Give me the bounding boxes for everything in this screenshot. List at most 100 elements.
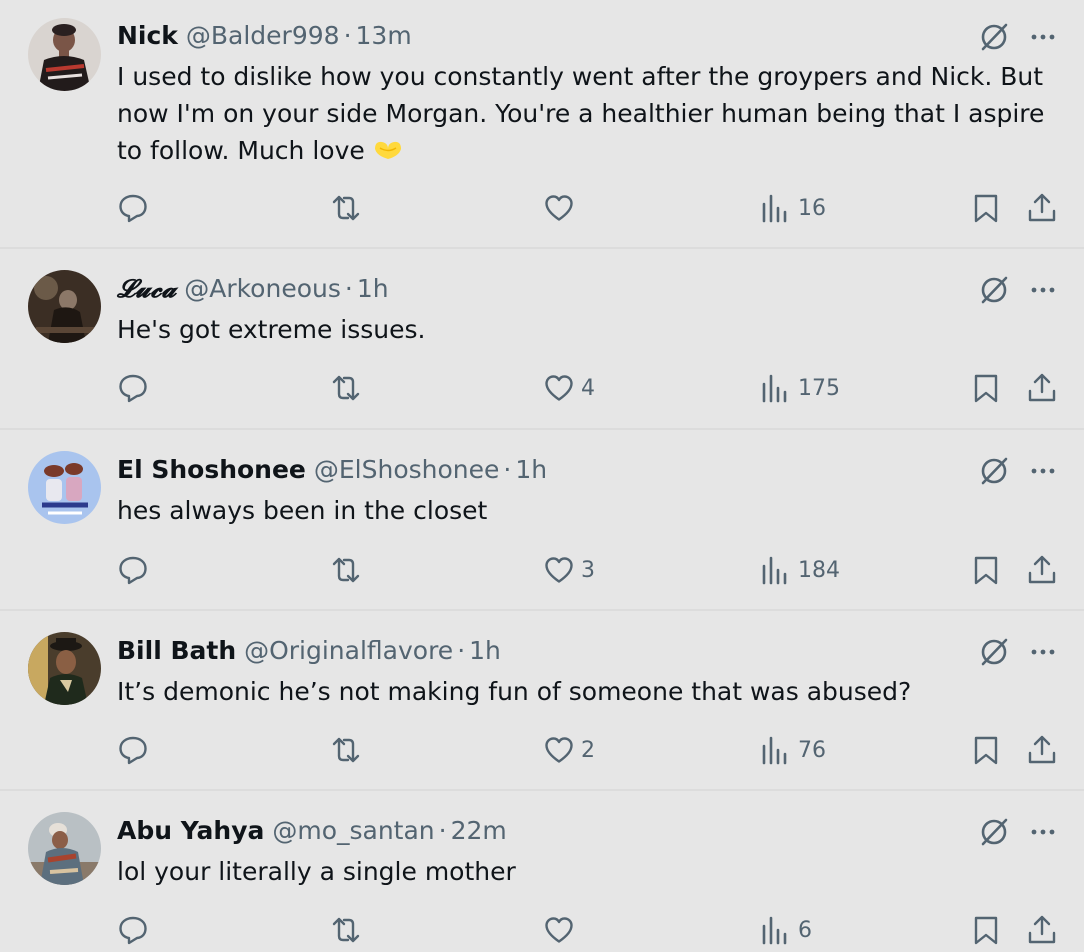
more-icon bbox=[1031, 287, 1055, 293]
tweet-text: It’s demonic he’s not making fun of some… bbox=[117, 677, 912, 706]
reply-tweet[interactable]: El Shoshonee @ElShoshonee · 1h hes always … bbox=[0, 430, 1084, 611]
bookmark-icon bbox=[974, 374, 998, 403]
bookmark-icon bbox=[974, 556, 998, 585]
reply-tweet[interactable]: Nick @Balder998 · 13m I used to dislike ho… bbox=[0, 0, 1084, 249]
grok-button[interactable] bbox=[977, 815, 1011, 849]
grok-button[interactable] bbox=[977, 635, 1011, 669]
heart-icon bbox=[545, 917, 573, 943]
share-icon bbox=[1028, 373, 1056, 402]
view-count: 16 bbox=[798, 195, 826, 221]
reply-button[interactable] bbox=[117, 553, 149, 587]
user-handle[interactable]: @mo_santan bbox=[272, 816, 434, 845]
bookmark-button[interactable] bbox=[970, 371, 1002, 405]
grok-button[interactable] bbox=[977, 20, 1011, 54]
views-button[interactable]: 184 bbox=[760, 553, 840, 587]
grok-icon bbox=[981, 457, 1008, 485]
share-button[interactable] bbox=[1026, 191, 1058, 225]
avatar[interactable] bbox=[28, 18, 101, 91]
more-button[interactable] bbox=[1026, 815, 1060, 849]
more-button[interactable] bbox=[1026, 273, 1060, 307]
avatar[interactable] bbox=[28, 812, 101, 885]
display-name[interactable]: El Shoshonee bbox=[117, 455, 306, 484]
retweet-icon bbox=[332, 737, 360, 763]
reply-tweet[interactable]: Bill Bath @Originalflavore · 1h It’s demon… bbox=[0, 611, 1084, 791]
repost-button[interactable] bbox=[330, 913, 362, 947]
heart-icon bbox=[545, 195, 573, 221]
bookmark-button[interactable] bbox=[970, 913, 1002, 947]
heart-icon bbox=[545, 375, 573, 401]
reply-button[interactable] bbox=[117, 733, 149, 767]
repost-button[interactable] bbox=[330, 371, 362, 405]
share-button[interactable] bbox=[1026, 553, 1058, 587]
reply-tweet[interactable]: 𝓛𝓾𝓬𝓪 @Arkoneous · 1h He's got extreme issu… bbox=[0, 249, 1084, 430]
like-count: 4 bbox=[581, 375, 595, 401]
tweet-header: El Shoshonee @ElShoshonee · 1h bbox=[117, 455, 547, 485]
heart-hands-emoji bbox=[371, 134, 405, 159]
reply-button[interactable] bbox=[117, 913, 149, 947]
like-button[interactable] bbox=[543, 191, 581, 225]
heart-icon bbox=[545, 557, 573, 583]
tweet-text: I used to dislike how you constantly wen… bbox=[117, 62, 1045, 165]
share-icon bbox=[1028, 915, 1056, 944]
share-button[interactable] bbox=[1026, 913, 1058, 947]
share-icon bbox=[1028, 735, 1056, 764]
repost-button[interactable] bbox=[330, 733, 362, 767]
display-name[interactable]: 𝓛𝓾𝓬𝓪 bbox=[117, 274, 176, 303]
like-button[interactable] bbox=[543, 913, 581, 947]
user-handle[interactable]: @ElShoshonee bbox=[314, 455, 500, 484]
repost-button[interactable] bbox=[330, 191, 362, 225]
user-handle[interactable]: @Originalflavore bbox=[244, 636, 453, 665]
bookmark-icon bbox=[974, 916, 998, 945]
bookmark-button[interactable] bbox=[970, 733, 1002, 767]
reply-feed: Nick @Balder998 · 13m I used to dislike ho… bbox=[0, 0, 1084, 952]
avatar[interactable] bbox=[28, 270, 101, 343]
share-button[interactable] bbox=[1026, 371, 1058, 405]
like-button[interactable]: 2 bbox=[543, 733, 595, 767]
repost-button[interactable] bbox=[330, 553, 362, 587]
more-icon bbox=[1031, 649, 1055, 655]
bookmark-button[interactable] bbox=[970, 191, 1002, 225]
separator-dot: · bbox=[438, 816, 447, 845]
display-name[interactable]: Nick bbox=[117, 21, 178, 50]
grok-icon bbox=[981, 23, 1008, 51]
views-icon bbox=[762, 736, 787, 765]
views-button[interactable]: 16 bbox=[760, 191, 826, 225]
more-icon bbox=[1031, 829, 1055, 835]
timestamp[interactable]: 1h bbox=[469, 636, 501, 665]
timestamp[interactable]: 1h bbox=[357, 274, 389, 303]
share-icon bbox=[1028, 555, 1056, 584]
separator-dot: · bbox=[343, 21, 352, 50]
avatar[interactable] bbox=[28, 632, 101, 705]
more-button[interactable] bbox=[1026, 20, 1060, 54]
timestamp[interactable]: 22m bbox=[451, 816, 507, 845]
grok-button[interactable] bbox=[977, 454, 1011, 488]
like-button[interactable]: 4 bbox=[543, 371, 595, 405]
user-handle[interactable]: @Arkoneous bbox=[184, 274, 341, 303]
tweet-text: He's got extreme issues. bbox=[117, 315, 426, 344]
grok-icon bbox=[981, 638, 1008, 666]
more-button[interactable] bbox=[1026, 635, 1060, 669]
grok-button[interactable] bbox=[977, 273, 1011, 307]
reply-tweet[interactable]: Abu Yahya @mo_santan · 22m lol your litera… bbox=[0, 791, 1084, 952]
display-name[interactable]: Abu Yahya bbox=[117, 816, 264, 845]
bookmark-button[interactable] bbox=[970, 553, 1002, 587]
avatar[interactable] bbox=[28, 451, 101, 524]
reply-button[interactable] bbox=[117, 191, 149, 225]
views-button[interactable]: 6 bbox=[760, 913, 812, 947]
like-button[interactable]: 3 bbox=[543, 553, 595, 587]
views-button[interactable]: 175 bbox=[760, 371, 840, 405]
reply-icon bbox=[119, 556, 147, 585]
reply-icon bbox=[119, 194, 147, 223]
share-button[interactable] bbox=[1026, 733, 1058, 767]
bookmark-icon bbox=[974, 194, 998, 223]
reply-button[interactable] bbox=[117, 371, 149, 405]
timestamp[interactable]: 13m bbox=[356, 21, 412, 50]
display-name[interactable]: Bill Bath bbox=[117, 636, 236, 665]
views-button[interactable]: 76 bbox=[760, 733, 826, 767]
like-count: 2 bbox=[581, 737, 595, 763]
timestamp[interactable]: 1h bbox=[515, 455, 547, 484]
heart-icon bbox=[545, 737, 573, 763]
more-button[interactable] bbox=[1026, 454, 1060, 488]
share-icon bbox=[1028, 193, 1056, 222]
user-handle[interactable]: @Balder998 bbox=[186, 21, 340, 50]
